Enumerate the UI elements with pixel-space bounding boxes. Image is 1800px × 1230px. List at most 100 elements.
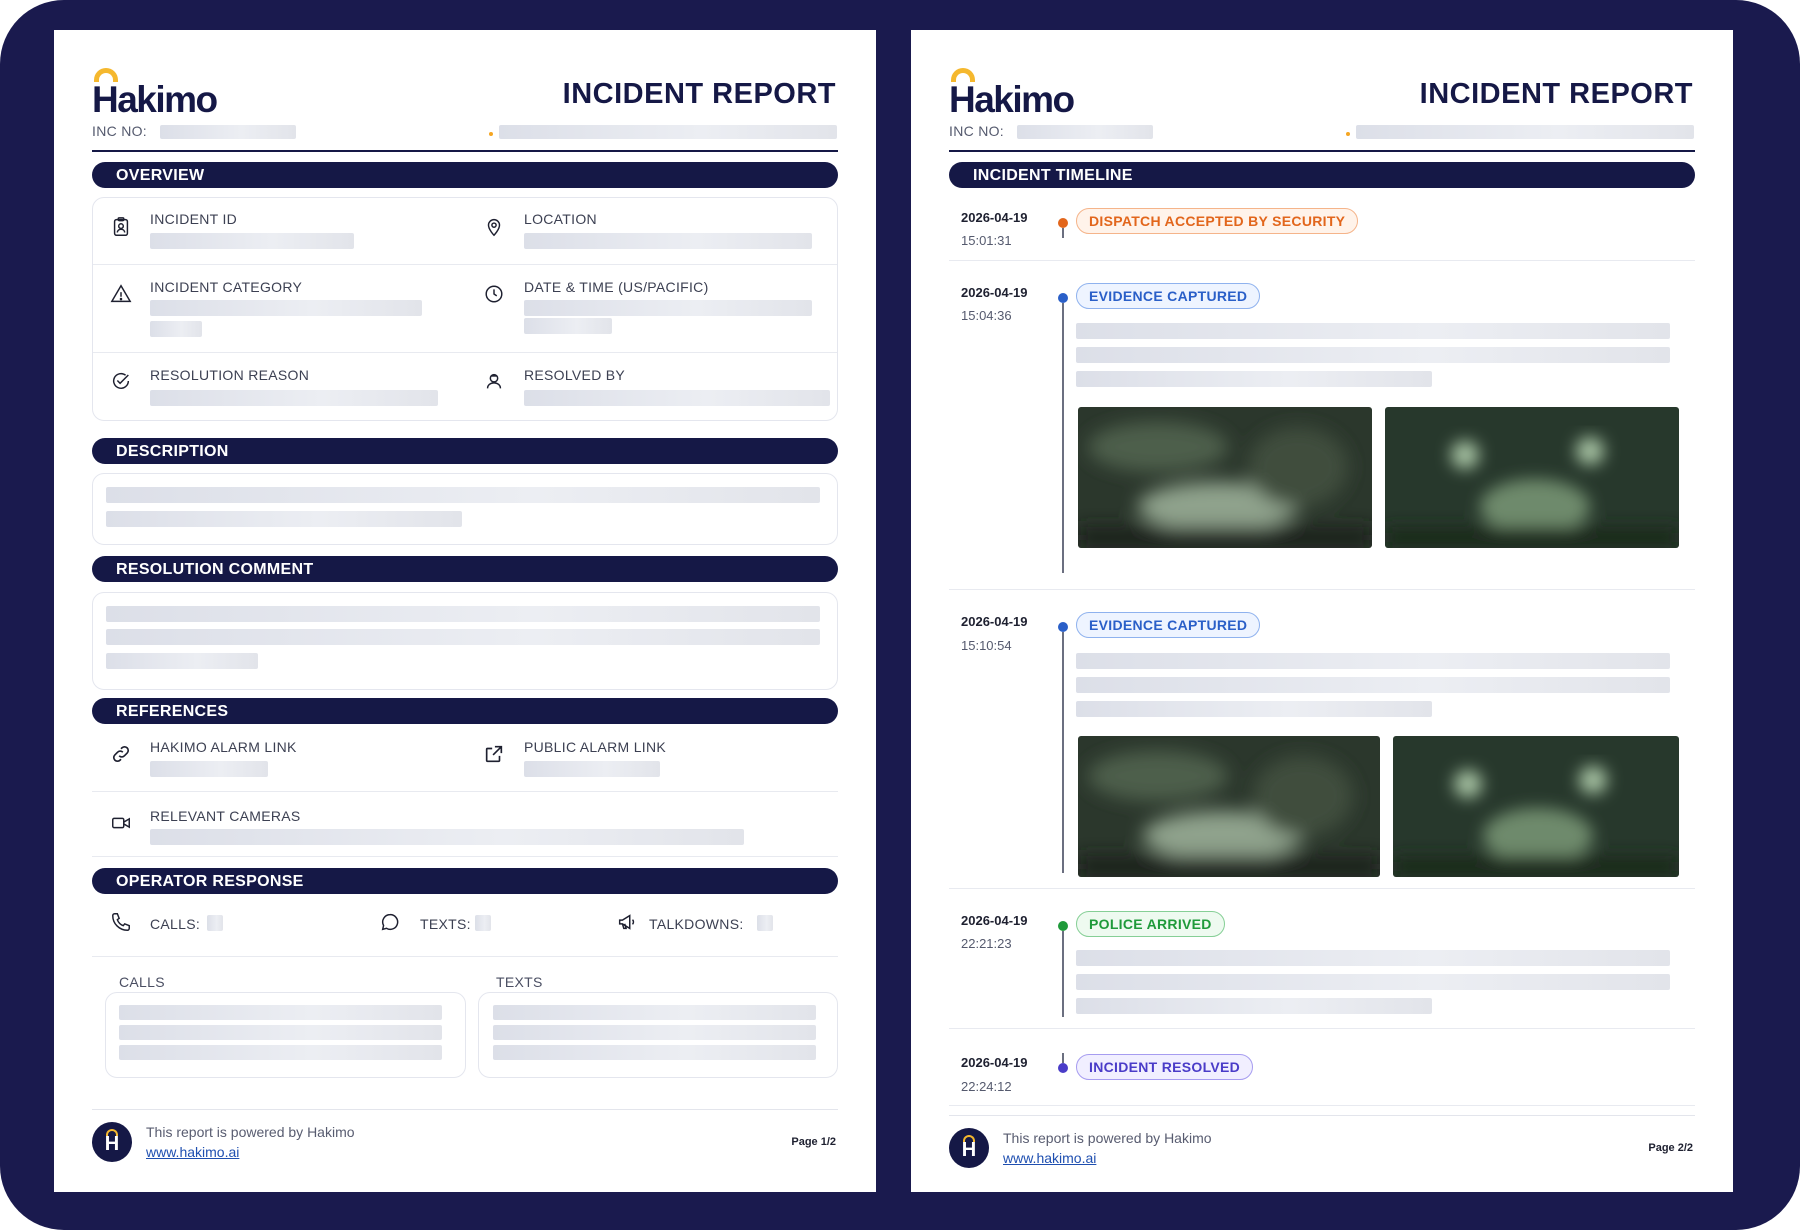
event-date: 2026-04-19 <box>961 1055 1028 1070</box>
operator-divider <box>92 956 838 957</box>
logo-wordmark: Hakimo <box>92 79 218 120</box>
resolution-comment-line <box>106 606 820 622</box>
event-badge-evidence: EVIDENCE CAPTURED <box>1076 612 1261 638</box>
timeline-divider <box>949 260 1695 261</box>
event-badge-police: POLICE ARRIVED <box>1076 911 1225 937</box>
event-badge-evidence: EVIDENCE CAPTURED <box>1076 283 1261 309</box>
incident-category-label: INCIDENT CATEGORY <box>150 279 303 295</box>
external-link-icon <box>481 741 507 767</box>
separator-dot <box>1346 132 1350 136</box>
footer-logo-letter: H <box>104 1133 120 1155</box>
video-camera-icon <box>108 810 134 836</box>
overview-divider <box>93 352 837 353</box>
event-note-line <box>1076 323 1670 339</box>
event-line <box>1062 931 1064 1017</box>
texts-log-line <box>493 1025 816 1040</box>
page-number: Page 2/2 <box>1648 1142 1693 1154</box>
event-line <box>1062 1053 1064 1063</box>
resolution-reason-value <box>150 390 438 406</box>
event-dot <box>1058 622 1068 632</box>
event-time: 22:21:23 <box>961 936 1012 951</box>
texts-count-label: TEXTS: <box>420 916 471 932</box>
event-badge-dispatch: DISPATCH ACCEPTED BY SECURITY <box>1076 208 1359 234</box>
timeline-divider <box>949 1105 1695 1106</box>
footer-rule <box>949 1115 1695 1116</box>
event-note-line <box>1076 950 1670 966</box>
inc-no-redacted <box>1017 125 1153 139</box>
evidence-image[interactable] <box>1078 736 1380 877</box>
resolved-by-label: RESOLVED BY <box>524 367 626 383</box>
hakimo-website-link[interactable]: www.hakimo.ai <box>146 1144 239 1160</box>
check-circle-icon <box>108 368 134 394</box>
texts-log-line <box>493 1045 816 1060</box>
event-time: 15:01:31 <box>961 233 1012 248</box>
date-time-value-2 <box>524 318 612 334</box>
resolved-by-value <box>524 390 830 406</box>
document-preview-frame: Hakimo INCIDENT REPORT INC NO: OVERVIEW … <box>0 0 1800 1230</box>
location-value <box>524 233 812 249</box>
hakimo-website-link[interactable]: www.hakimo.ai <box>1003 1150 1096 1166</box>
hakimo-footer-logo: H <box>92 1122 132 1162</box>
phone-icon <box>108 909 134 935</box>
evidence-image[interactable] <box>1078 407 1372 548</box>
overview-heading: OVERVIEW <box>92 162 838 188</box>
event-time: 22:24:12 <box>961 1079 1012 1094</box>
footer-logo-arc-icon <box>963 1135 975 1142</box>
event-dot <box>1058 293 1068 303</box>
separator-dot <box>489 132 493 136</box>
report-page-1: Hakimo INCIDENT REPORT INC NO: OVERVIEW … <box>54 30 876 1192</box>
operator-response-heading: OPERATOR RESPONSE <box>92 868 838 894</box>
event-note-line <box>1076 653 1670 669</box>
incident-id-label: INCIDENT ID <box>150 211 238 227</box>
footer-logo-arc-icon <box>106 1129 118 1136</box>
event-time: 15:10:54 <box>961 638 1012 653</box>
texts-log-line <box>493 1005 816 1020</box>
event-dot <box>1058 218 1068 228</box>
calls-column-label: CALLS <box>119 974 165 990</box>
relevant-cameras-value <box>150 829 744 845</box>
event-line <box>1062 228 1064 238</box>
report-title: INCIDENT REPORT <box>562 78 836 110</box>
event-note-line <box>1076 998 1432 1014</box>
page-number: Page 1/2 <box>791 1136 836 1148</box>
public-alarm-link-value[interactable] <box>524 761 660 777</box>
event-line <box>1062 632 1064 873</box>
event-note-line <box>1076 701 1432 717</box>
inc-no-label: INC NO: <box>949 123 1004 139</box>
powered-by-text: This report is powered by Hakimo <box>146 1124 355 1140</box>
event-dot <box>1058 1063 1068 1073</box>
header-rule <box>949 150 1695 152</box>
description-line <box>106 511 462 527</box>
event-date: 2026-04-19 <box>961 210 1028 225</box>
evidence-image[interactable] <box>1385 407 1679 548</box>
texts-column-label: TEXTS <box>496 974 543 990</box>
description-line <box>106 487 820 503</box>
location-pin-icon <box>481 214 507 240</box>
clock-icon <box>481 281 507 307</box>
calls-count-value <box>207 915 223 931</box>
event-badge-resolved: INCIDENT RESOLVED <box>1076 1054 1254 1080</box>
report-title: INCIDENT REPORT <box>1419 78 1693 110</box>
hakimo-alarm-link-value[interactable] <box>150 761 268 777</box>
warning-triangle-icon <box>108 281 134 307</box>
incident-category-value-2 <box>150 321 202 337</box>
report-page-2: Hakimo INCIDENT REPORT INC NO: INCIDENT … <box>911 30 1733 1192</box>
event-date: 2026-04-19 <box>961 285 1028 300</box>
header-meta-redacted <box>1356 125 1694 139</box>
calls-log-line <box>119 1025 442 1040</box>
event-note-line <box>1076 371 1432 387</box>
resolution-comment-line <box>106 629 820 645</box>
inc-no-redacted <box>160 125 296 139</box>
link-icon <box>108 741 134 767</box>
talkdowns-count-value <box>757 915 773 931</box>
evidence-image[interactable] <box>1393 736 1679 877</box>
talkdowns-count-label: TALKDOWNS: <box>649 916 744 932</box>
references-divider <box>92 791 838 792</box>
timeline-divider <box>949 888 1695 889</box>
powered-by-text: This report is powered by Hakimo <box>1003 1130 1212 1146</box>
header-rule <box>92 150 838 152</box>
calls-log-line <box>119 1045 442 1060</box>
location-label: LOCATION <box>524 211 597 227</box>
footer-logo-letter: H <box>961 1139 977 1161</box>
incident-category-value <box>150 300 422 316</box>
